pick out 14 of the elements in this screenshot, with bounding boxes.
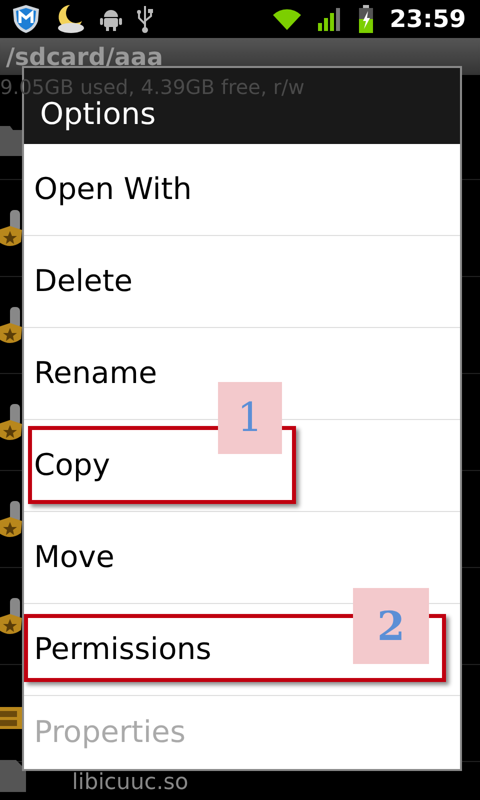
current-path: /sdcard/aaa bbox=[6, 42, 164, 70]
android-icon bbox=[100, 7, 122, 31]
number-tooltip: 1 bbox=[218, 382, 282, 454]
clock-time: 23:59 bbox=[390, 5, 466, 33]
wifi-icon bbox=[272, 7, 302, 31]
signal-icon bbox=[318, 7, 342, 31]
number-tooltip: 2 bbox=[353, 588, 429, 664]
battery-charging-icon bbox=[358, 5, 374, 33]
menu-item[interactable]: Delete bbox=[24, 236, 460, 328]
shield-icon bbox=[12, 4, 40, 34]
file-name[interactable]: libicuuc.so bbox=[72, 770, 188, 796]
menu-item[interactable]: Open With bbox=[24, 144, 460, 236]
usb-icon bbox=[136, 4, 154, 34]
dialog-title: Options bbox=[40, 97, 156, 132]
